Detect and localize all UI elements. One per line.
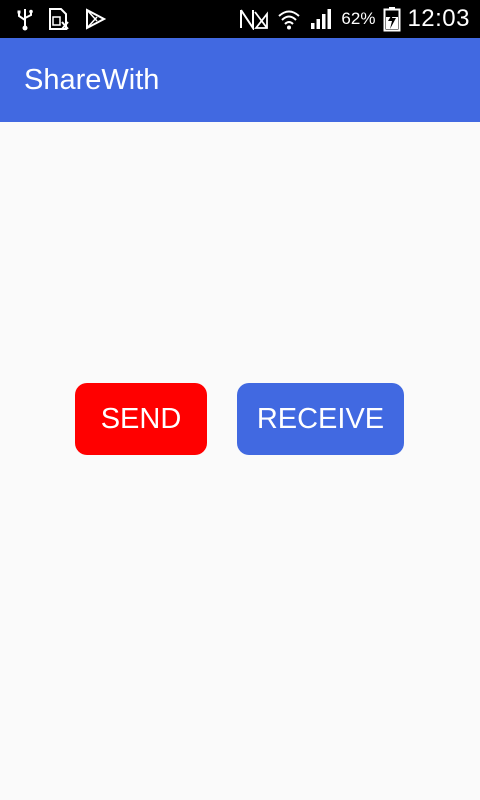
no-sim-icon (239, 8, 269, 30)
status-clock: 12:03 (407, 5, 470, 32)
wifi-icon (277, 8, 301, 30)
play-store-icon (84, 8, 106, 30)
status-bar-system: 62% 12:03 (231, 5, 470, 33)
receive-button[interactable]: RECEIVE (237, 383, 404, 455)
app-title: ShareWith (24, 63, 160, 96)
signal-icon (309, 8, 333, 30)
app-bar: ShareWith (0, 38, 480, 122)
battery-charging-icon (383, 6, 401, 32)
battery-percentage: 62% (341, 9, 376, 28)
send-button[interactable]: SEND (75, 383, 207, 455)
status-bar-notifications (16, 7, 120, 31)
usb-icon (16, 7, 34, 31)
main-content: SEND RECEIVE (0, 122, 480, 800)
sim-icon (48, 7, 70, 31)
status-bar: 62% 12:03 (0, 0, 480, 38)
